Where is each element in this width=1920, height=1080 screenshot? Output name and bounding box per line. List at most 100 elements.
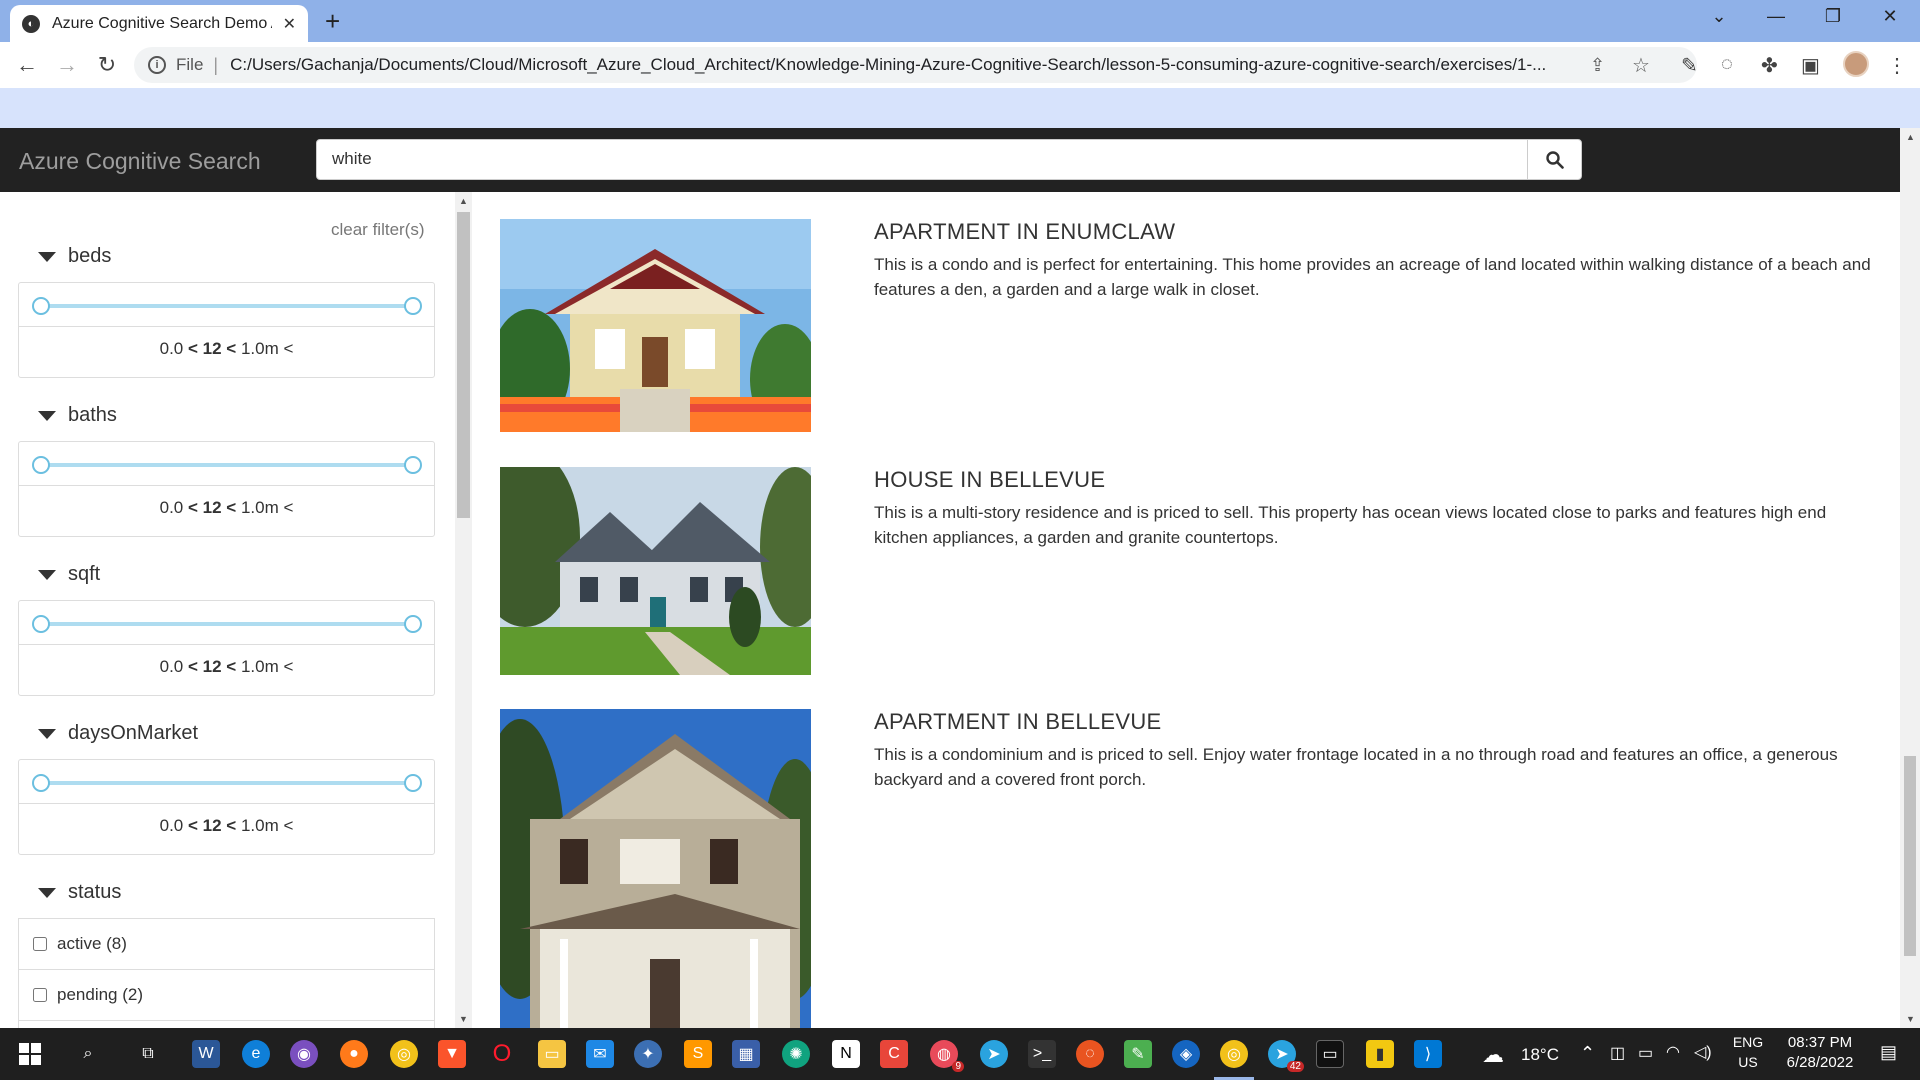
close-window-icon[interactable]: ✕ <box>1870 6 1910 27</box>
result-title[interactable]: APARTMENT IN ENUMCLAW <box>874 219 1175 245</box>
sublime-icon[interactable]: S <box>684 1040 712 1068</box>
info-icon[interactable]: i <box>148 56 166 74</box>
system-clock[interactable]: 08:37 PM 6/28/2022 <box>1770 1034 1870 1071</box>
bookmark-star-icon[interactable]: ☆ <box>1632 53 1650 78</box>
notion-icon[interactable]: N <box>832 1040 860 1068</box>
mail-icon[interactable]: ✉ <box>586 1040 614 1068</box>
url-text[interactable]: C:/Users/Gachanja/Documents/Cloud/Micros… <box>230 55 1590 75</box>
vscode-icon[interactable]: ⟩ <box>1414 1040 1442 1068</box>
tab-close-icon[interactable]: ✕ <box>283 14 296 34</box>
minimize-icon[interactable]: — <box>1756 6 1796 27</box>
scroll-up-arrow-icon[interactable]: ▲ <box>1906 132 1915 142</box>
sidebar-scroll-thumb[interactable] <box>457 212 470 518</box>
language-indicator[interactable]: ENG US <box>1730 1034 1766 1070</box>
share-icon[interactable]: ⇪ <box>1590 55 1605 76</box>
reload-icon[interactable]: ↻ <box>92 52 122 78</box>
address-bar[interactable]: i File | C:/Users/Gachanja/Documents/Clo… <box>134 47 1697 83</box>
wifi-icon[interactable]: ◠ <box>1666 1042 1680 1062</box>
powerbi-icon[interactable]: ▮ <box>1366 1040 1394 1068</box>
chrome-icon[interactable]: ◎ <box>390 1040 418 1068</box>
slider-max-handle[interactable] <box>404 456 422 474</box>
scroll-down-arrow-icon[interactable]: ▼ <box>1906 1014 1915 1024</box>
search-input[interactable]: white <box>316 139 1528 180</box>
app-icon[interactable]: ✦ <box>634 1040 662 1068</box>
profile-avatar[interactable] <box>1843 51 1869 77</box>
tor-icon[interactable]: ◉ <box>290 1040 318 1068</box>
weather-cloud-icon[interactable]: ☁ <box>1482 1042 1504 1068</box>
slider-track[interactable] <box>41 304 413 308</box>
word-icon[interactable]: W <box>192 1040 220 1068</box>
side-panel-icon[interactable]: ▣ <box>1801 53 1820 78</box>
facet-title-beds[interactable]: beds <box>38 245 111 268</box>
eyedropper-icon[interactable]: ✎ <box>1681 53 1698 78</box>
search-button[interactable] <box>1527 139 1582 180</box>
task-view-icon[interactable]: ⧉ <box>134 1040 162 1068</box>
restore-icon[interactable]: ❐ <box>1813 6 1853 27</box>
file-explorer-icon[interactable]: ▭ <box>538 1040 566 1068</box>
battery-icon[interactable]: ▭ <box>1638 1043 1653 1063</box>
tray-chevron-up-icon[interactable]: ⌃ <box>1580 1043 1595 1064</box>
chrome-active-icon[interactable]: ◎ <box>1220 1040 1248 1068</box>
page-scrollbar[interactable]: ▲ ▼ <box>1900 128 1920 1028</box>
facet-title-baths[interactable]: baths <box>38 404 117 427</box>
result-item[interactable]: HOUSE IN BELLEVUE This is a multi-story … <box>500 467 1880 677</box>
openai-icon[interactable]: ✺ <box>782 1040 810 1068</box>
app-brand[interactable]: Azure Cognitive Search <box>19 148 261 175</box>
facet-title-sqft[interactable]: sqft <box>38 563 100 586</box>
status-option-pending[interactable]: pending (2) <box>18 969 435 1021</box>
scroll-down-arrow-icon[interactable]: ▼ <box>459 1014 468 1024</box>
notepad-icon[interactable]: ✎ <box>1124 1040 1152 1068</box>
status-checkbox[interactable] <box>33 988 47 1002</box>
weather-temperature[interactable]: 18°C <box>1521 1045 1559 1065</box>
browser-tab[interactable]: ◐ Azure Cognitive Search Demo App ✕ <box>10 5 308 42</box>
windows-start-icon[interactable] <box>16 1040 44 1068</box>
back-icon[interactable]: ← <box>12 52 42 78</box>
status-option-active[interactable]: active (8) <box>18 918 435 970</box>
facet-title-status[interactable]: status <box>38 881 121 904</box>
telegram-active-icon[interactable]: ➤ 42 <box>1268 1040 1304 1072</box>
brave-icon[interactable]: ▼ <box>438 1040 466 1068</box>
chrome-profile-icon[interactable]: ◍ 9 <box>930 1040 964 1072</box>
extensions-puzzle-icon[interactable]: ✤ <box>1761 53 1778 78</box>
forward-icon[interactable]: → <box>52 52 82 78</box>
result-title[interactable]: APARTMENT IN BELLEVUE <box>874 709 1162 735</box>
opera-icon[interactable]: O <box>488 1040 516 1068</box>
slider-track[interactable] <box>41 622 413 626</box>
facet-title-daysonmarket[interactable]: daysOnMarket <box>38 722 198 745</box>
terminal-icon[interactable]: >_ <box>1028 1040 1056 1068</box>
telegram-icon[interactable]: ➤ <box>980 1040 1008 1068</box>
slider-min-handle[interactable] <box>32 297 50 315</box>
status-option-partial[interactable] <box>18 1020 435 1028</box>
slider-min-handle[interactable] <box>32 774 50 792</box>
cmd-icon[interactable]: ▭ <box>1316 1040 1344 1068</box>
sidebar-scrollbar[interactable]: ▲ ▼ <box>455 192 472 1028</box>
extension-circle-icon[interactable]: ◌ <box>1721 53 1733 76</box>
result-title[interactable]: HOUSE IN BELLEVUE <box>874 467 1105 493</box>
edge-icon[interactable]: e <box>242 1040 270 1068</box>
menu-kebab-icon[interactable]: ⋮ <box>1887 53 1907 78</box>
ubuntu-icon[interactable]: ◌ <box>1076 1040 1104 1068</box>
app-red-icon[interactable]: C <box>880 1040 908 1068</box>
search-icon[interactable]: ⌕ <box>74 1040 102 1068</box>
slider-max-handle[interactable] <box>404 615 422 633</box>
result-photo[interactable] <box>500 709 811 1028</box>
slider-max-handle[interactable] <box>404 774 422 792</box>
calculator-icon[interactable]: ▦ <box>732 1040 760 1068</box>
clear-filters-link[interactable]: clear filter(s) <box>331 220 425 240</box>
vpn-icon[interactable]: ◈ <box>1172 1040 1200 1068</box>
status-checkbox[interactable] <box>33 937 47 951</box>
result-item[interactable]: APARTMENT IN BELLEVUE This is a condomin… <box>500 709 1880 1028</box>
scroll-up-arrow-icon[interactable]: ▲ <box>459 196 468 206</box>
slider-track[interactable] <box>41 463 413 467</box>
new-tab-button[interactable]: + <box>325 8 340 34</box>
result-photo[interactable] <box>500 467 811 675</box>
slider-track[interactable] <box>41 781 413 785</box>
slider-min-handle[interactable] <box>32 615 50 633</box>
slider-min-handle[interactable] <box>32 456 50 474</box>
tab-search-icon[interactable]: ⌄ <box>1699 6 1739 27</box>
result-item[interactable]: APARTMENT IN ENUMCLAW This is a condo an… <box>500 219 1880 435</box>
page-scroll-thumb[interactable] <box>1904 756 1916 956</box>
notifications-icon[interactable]: ▤ <box>1880 1042 1897 1063</box>
tray-camera-icon[interactable]: ◫ <box>1610 1043 1625 1063</box>
firefox-icon[interactable]: ● <box>340 1040 368 1068</box>
